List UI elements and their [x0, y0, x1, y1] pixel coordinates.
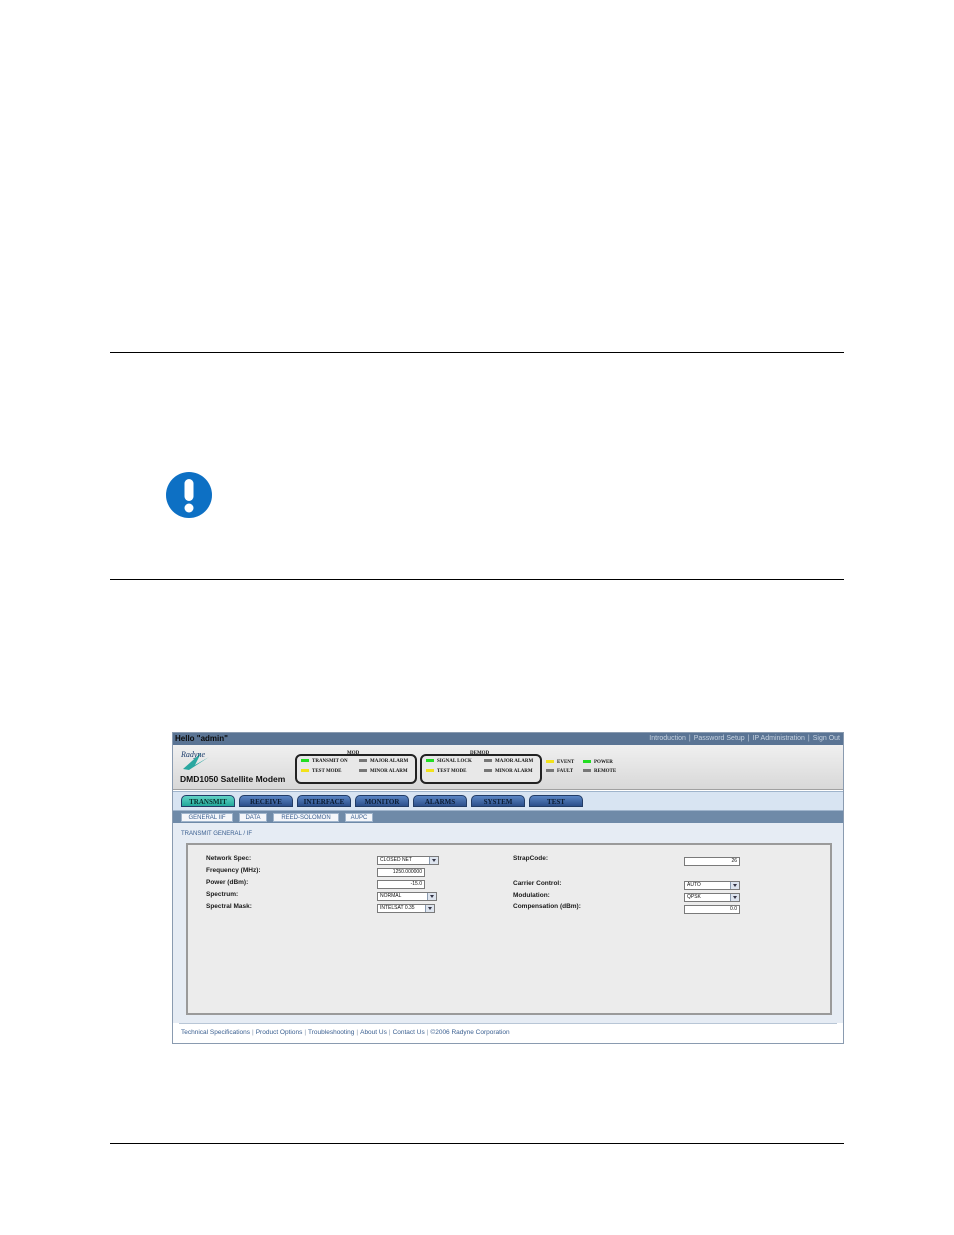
compensation-input[interactable]: 0.0 — [684, 905, 740, 914]
link-sign-out[interactable]: Sign Out — [813, 735, 840, 742]
modem-web-ui-screenshot: Hello "admin" Introduction | Password Setu… — [172, 732, 844, 1044]
document-rule-bottom — [110, 1143, 844, 1144]
tab-monitor[interactable]: MONITOR — [355, 795, 409, 807]
section-title: TRANSMIT GENERAL / IF — [181, 831, 253, 837]
footer-product-options[interactable]: Product Options — [256, 1029, 303, 1036]
spectral-mask-select[interactable]: INTELSAT 0.35 — [377, 904, 435, 913]
main-tab-bar: TRANSMIT RECEIVE INTERFACE MONITOR ALARM… — [173, 791, 843, 811]
spectral-mask-label: Spectral Mask: — [206, 903, 252, 910]
demod-status-box: DEMOD SIGNAL LOCK MAJOR ALARM TEST MODE … — [420, 751, 542, 784]
led-transmit-on: TRANSMIT ON — [301, 759, 348, 765]
led-power: POWER — [583, 760, 613, 766]
chevron-down-icon — [730, 882, 739, 889]
led-mod-major-alarm: MAJOR ALARM — [359, 759, 408, 765]
led-indicator — [426, 759, 434, 763]
footer-contact-us[interactable]: Contact Us — [393, 1029, 425, 1036]
network-spec-select[interactable]: CLOSED NET — [377, 856, 439, 865]
modulation-label: Modulation: — [513, 892, 550, 899]
chevron-down-icon — [427, 893, 436, 900]
led-indicator — [546, 769, 554, 773]
modulation-select[interactable]: QPSK — [684, 893, 740, 902]
document-rule-middle — [110, 579, 844, 580]
led-indicator — [359, 769, 367, 773]
chevron-down-icon — [429, 857, 438, 864]
compensation-label: Compensation (dBm): — [513, 903, 581, 910]
tab-system[interactable]: SYSTEM — [471, 795, 525, 807]
led-indicator — [359, 759, 367, 763]
led-demod-minor-alarm: MINOR ALARM — [484, 769, 533, 775]
subtab-reed-solomon[interactable]: REED-SOLOMON — [273, 813, 339, 822]
spectrum-select[interactable]: NORMAL — [377, 892, 437, 901]
led-indicator — [583, 760, 591, 764]
carrier-control-select[interactable]: AUTO — [684, 881, 740, 890]
strapcode-label: StrapCode: — [513, 855, 549, 862]
link-password-setup[interactable]: Password Setup — [694, 735, 745, 742]
subtab-data[interactable]: DATA — [239, 813, 267, 822]
network-spec-label: Network Spec: — [206, 855, 252, 862]
chevron-down-icon — [425, 905, 434, 912]
user-greeting: Hello "admin" — [175, 734, 228, 743]
footer-divider — [179, 1023, 837, 1024]
footer-troubleshooting[interactable]: Troubleshooting — [308, 1029, 354, 1036]
logo-text: Radyne — [181, 750, 205, 759]
power-label: Power (dBm): — [206, 879, 249, 886]
footer-technical-specifications[interactable]: Technical Specifications — [181, 1029, 250, 1036]
mod-label: MOD — [347, 751, 360, 756]
top-links: Introduction | Password Setup | IP Administr… — [649, 735, 840, 742]
settings-panel: Network Spec: Frequency (MHz): Power (dB… — [186, 843, 832, 1015]
chevron-down-icon — [730, 894, 739, 901]
tab-interface[interactable]: INTERFACE — [297, 795, 351, 807]
led-indicator — [301, 759, 309, 763]
header: Radyne DMD1050 Satellite Modem MOD TRANS… — [173, 745, 843, 790]
led-mod-test-mode: TEST MODE — [301, 769, 342, 775]
led-indicator — [301, 769, 309, 773]
mod-status-box: MOD TRANSMIT ON MAJOR ALARM TEST MODE MI… — [295, 751, 417, 784]
document-rule-top — [110, 352, 844, 353]
led-event: EVENT — [546, 760, 574, 766]
led-demod-major-alarm: MAJOR ALARM — [484, 759, 533, 765]
subtab-aupc[interactable]: AUPC — [345, 813, 373, 822]
footer-about-us[interactable]: About Us — [360, 1029, 387, 1036]
footer-links: Technical Specifications | Product Options… — [181, 1029, 510, 1036]
tab-receive[interactable]: RECEIVE — [239, 795, 293, 807]
led-signal-lock: SIGNAL LOCK — [426, 759, 472, 765]
product-name: DMD1050 Satellite Modem — [180, 774, 286, 784]
link-ip-administration[interactable]: IP Administration — [753, 735, 805, 742]
exclamation-circle-icon — [166, 472, 212, 518]
strapcode-input[interactable]: 26 — [684, 857, 740, 866]
carrier-control-label: Carrier Control: — [513, 880, 562, 887]
link-introduction[interactable]: Introduction — [649, 735, 686, 742]
led-fault: FAULT — [546, 769, 573, 775]
tab-transmit[interactable]: TRANSMIT — [181, 795, 235, 807]
subtab-general-if[interactable]: GENERAL IIF — [181, 813, 233, 822]
tab-test[interactable]: TEST — [529, 795, 583, 807]
frequency-label: Frequency (MHz): — [206, 867, 261, 874]
demod-label: DEMOD — [470, 751, 490, 756]
top-bar: Hello "admin" Introduction | Password Setu… — [173, 733, 843, 745]
footer-copyright: ©2006 Radyne Corporation — [430, 1029, 510, 1036]
led-indicator — [546, 760, 554, 764]
content-area: TRANSMIT GENERAL / IF Network Spec: Freq… — [173, 823, 843, 1023]
sub-tab-bar: GENERAL IIF DATA REED-SOLOMON AUPC — [173, 811, 843, 823]
led-indicator — [484, 769, 492, 773]
frequency-input[interactable]: 1250.000000 — [377, 868, 425, 877]
led-indicator — [484, 759, 492, 763]
led-remote: REMOTE — [583, 769, 616, 775]
led-mod-minor-alarm: MINOR ALARM — [359, 769, 408, 775]
led-demod-test-mode: TEST MODE — [426, 769, 467, 775]
power-input[interactable]: -15.0 — [377, 880, 425, 889]
tab-alarms[interactable]: ALARMS — [413, 795, 467, 807]
led-indicator — [583, 769, 591, 773]
spectrum-label: Spectrum: — [206, 891, 239, 898]
led-indicator — [426, 769, 434, 773]
